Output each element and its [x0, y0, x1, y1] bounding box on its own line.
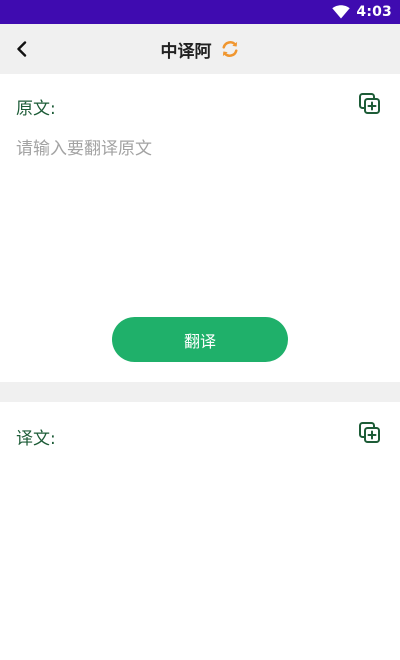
source-label: 原文: [16, 99, 56, 119]
status-bar: 4:03 [0, 0, 400, 24]
page-title: 中译阿 [160, 41, 212, 62]
title-wrap: 中译阿 [0, 24, 400, 74]
translate-button[interactable]: 翻译 [112, 317, 288, 362]
section-divider [0, 382, 400, 402]
status-icons: 4:03 [332, 0, 392, 24]
status-time: 4:03 [356, 4, 392, 20]
app-bar: 中译阿 [0, 24, 400, 74]
result-label: 译文: [16, 429, 56, 449]
source-copy-icon[interactable] [358, 92, 382, 116]
source-input[interactable] [14, 132, 386, 302]
swap-icon[interactable] [220, 39, 240, 59]
source-section: 原文: 翻译 [0, 74, 400, 382]
result-section: 译文: [0, 402, 400, 660]
result-copy-icon[interactable] [358, 421, 382, 445]
wifi-icon [332, 5, 351, 19]
